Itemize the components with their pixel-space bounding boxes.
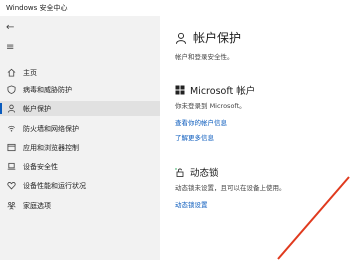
wifi-icon — [6, 124, 16, 134]
dynamic-lock-settings-link[interactable]: 动态锁设置 — [175, 199, 208, 209]
sidebar-item-label: 防火墙和网络保护 — [23, 124, 79, 133]
windows-logo-icon — [175, 85, 185, 95]
sidebar-item-label: 家庭选项 — [23, 201, 51, 210]
shield-icon — [6, 85, 16, 95]
security-center-window: Windows 安全中心 ← ≡ 主页 病毒和威胁防护 帐户保护 防火墙和网络保… — [0, 0, 350, 260]
family-icon — [6, 201, 16, 211]
page-title: 帐户保护 — [175, 29, 241, 46]
page-subtitle: 帐户和登录安全性。 — [175, 53, 234, 61]
app-window-icon — [6, 143, 16, 153]
microsoft-account-heading: Microsoft 帐户 — [175, 83, 255, 97]
sidebar-item-device-security[interactable]: 设备安全性 — [0, 159, 160, 174]
sidebar-item-virus-protection[interactable]: 病毒和威胁防护 — [0, 82, 160, 97]
person-icon — [175, 32, 187, 44]
sidebar: ← ≡ 主页 病毒和威胁防护 帐户保护 防火墙和网络保护 应用和浏览器控制 设备… — [0, 16, 160, 260]
sidebar-item-app-browser-control[interactable]: 应用和浏览器控制 — [0, 140, 160, 155]
dynamic-lock-status: 动态锁未设置，且可以在设备上使用。 — [175, 184, 286, 192]
back-arrow-icon[interactable]: ← — [6, 23, 14, 33]
sidebar-item-label: 设备性能和运行状况 — [23, 181, 86, 190]
sidebar-item-label: 设备安全性 — [23, 162, 58, 171]
person-icon — [6, 104, 16, 114]
sidebar-item-label: 应用和浏览器控制 — [23, 143, 79, 152]
heart-icon — [6, 181, 16, 191]
dynamic-lock-icon — [175, 168, 184, 177]
sidebar-item-firewall[interactable]: 防火墙和网络保护 — [0, 121, 160, 136]
sidebar-item-account-protection[interactable]: 帐户保护 — [0, 101, 160, 116]
laptop-icon — [6, 162, 16, 172]
sidebar-item-label: 主页 — [23, 68, 37, 77]
dynamic-lock-heading-text: 动态锁 — [190, 168, 219, 179]
hamburger-menu-icon[interactable]: ≡ — [6, 43, 14, 53]
main-content: 帐户保护 帐户和登录安全性。 Microsoft 帐户 你未登录到 Micros… — [160, 16, 350, 260]
active-indicator — [0, 103, 2, 114]
microsoft-account-heading-text: Microsoft 帐户 — [190, 86, 256, 97]
dynamic-lock-heading: 动态锁 — [175, 165, 219, 179]
view-account-info-link[interactable]: 查看你的帐户信息 — [175, 117, 227, 127]
home-icon — [6, 68, 16, 78]
page-title-text: 帐户保护 — [193, 31, 242, 45]
microsoft-account-status: 你未登录到 Microsoft。 — [175, 102, 246, 110]
sidebar-item-label: 病毒和威胁防护 — [23, 85, 72, 94]
window-title: Windows 安全中心 — [6, 4, 68, 12]
sidebar-item-home[interactable]: 主页 — [0, 65, 160, 80]
sidebar-item-device-performance[interactable]: 设备性能和运行状况 — [0, 178, 160, 193]
learn-more-link[interactable]: 了解更多信息 — [175, 132, 214, 142]
sidebar-item-family-options[interactable]: 家庭选项 — [0, 198, 160, 213]
sidebar-item-label: 帐户保护 — [23, 104, 51, 113]
